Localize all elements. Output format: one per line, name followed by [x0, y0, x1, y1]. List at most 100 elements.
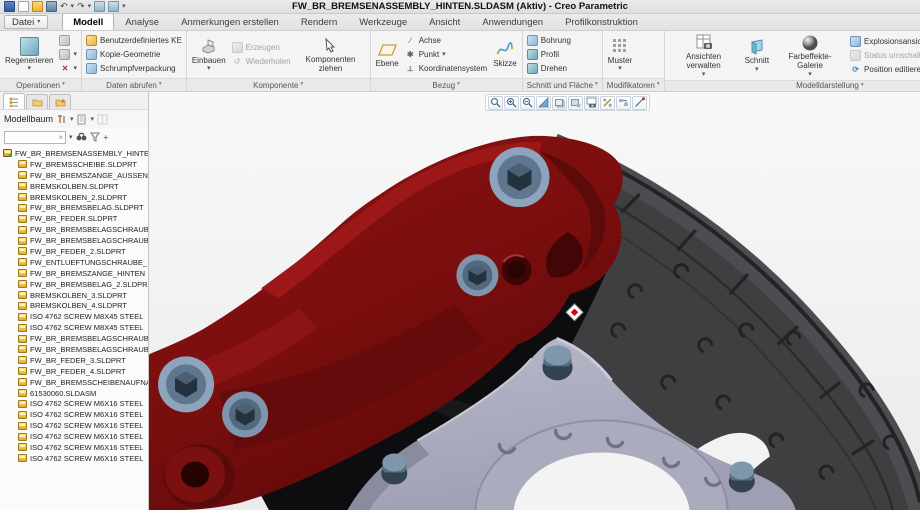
menu-tab[interactable]: Rendern — [290, 13, 348, 30]
tree-item[interactable]: ▶ 61530060.SLDASM — [17, 388, 148, 399]
save-icon[interactable] — [46, 1, 57, 12]
menu-tab[interactable]: Anmerkungen erstellen — [170, 13, 290, 30]
tree-settings-icon[interactable] — [56, 114, 67, 125]
extrude-button[interactable]: Profil — [526, 48, 572, 61]
filter-funnel-icon[interactable] — [90, 132, 101, 143]
manage-views-button[interactable]: Ansichten verwalten▾ — [668, 32, 740, 79]
tree-item[interactable]: FW_BR_BREMSBELAGSCHRAUB — [17, 333, 148, 344]
group-label-modifikatoren[interactable]: Modifikatoren▾ — [603, 78, 664, 91]
revolve-button[interactable]: Drehen — [526, 62, 572, 75]
exploded-view-button[interactable]: Explosionsansicht — [849, 35, 920, 48]
model-tree-tab[interactable] — [3, 93, 25, 109]
perspective-icon[interactable] — [568, 96, 583, 110]
tree-item[interactable]: FW_BR_FEDER.SLDPRT — [17, 213, 148, 224]
clear-search-icon[interactable]: × — [58, 133, 63, 142]
tree-filter-doc-icon[interactable] — [77, 114, 88, 125]
tree-settings-dropdown-icon[interactable]: ▾ — [70, 116, 74, 123]
tree-item[interactable]: FW_BR_BREMSBELAGSCHRAUB — [17, 224, 148, 235]
folder-browser-tab[interactable] — [26, 94, 48, 109]
repaint-icon[interactable] — [536, 96, 551, 110]
hub-bolt[interactable] — [729, 461, 755, 492]
menu-tab[interactable]: Werkzeuge — [348, 13, 418, 30]
point-button[interactable]: ✱Punkt▾ — [404, 48, 488, 61]
tree-item[interactable]: FW_BR_BREMSBELAGSCHRAUB — [17, 235, 148, 246]
group-label-schnitt-und-flaeche[interactable]: Schnitt und Fläche▾ — [523, 78, 602, 91]
pattern-button[interactable]: Muster▾ — [606, 36, 634, 74]
appearance-gallery-button[interactable]: Farbeffekte-Galerie▾ — [774, 32, 846, 79]
caliper-bolt[interactable] — [456, 254, 498, 296]
menu-tab[interactable]: Analyse — [114, 13, 170, 30]
favorites-tab[interactable] — [49, 94, 71, 109]
tree-item[interactable]: FW_BR_BREMSBELAG.SLDPRT — [17, 202, 148, 213]
redo-dropdown-icon[interactable]: ▾ — [88, 3, 92, 10]
tree-item[interactable]: BREMSKOLBEN.SLDPRT — [17, 181, 148, 192]
group-label-modelldarstellung[interactable]: Modelldarstellung▾ — [665, 80, 920, 91]
caliper-bolt[interactable] — [489, 147, 549, 207]
group-label-daten-abrufen[interactable]: Daten abrufen▾ — [82, 78, 186, 91]
menu-tab[interactable]: Anwendungen — [471, 13, 554, 30]
redo-icon[interactable]: ↷ — [77, 2, 85, 11]
tree-item[interactable]: FW_BR_FEDER_4.SLDPRT — [17, 366, 148, 377]
hole-button[interactable]: Bohrung — [526, 34, 572, 47]
tree-item[interactable]: ISO 4762 SCREW M8X45 STEEL — [17, 322, 148, 333]
delete-button[interactable]: ✕▾ — [58, 62, 78, 75]
tree-item[interactable]: FW_BR_BREMSZANGE_HINTEN — [17, 268, 148, 279]
find-binoculars-icon[interactable] — [76, 132, 87, 143]
section-button[interactable]: Schnitt▾ — [743, 36, 771, 74]
tree-search-input[interactable]: × — [4, 131, 66, 144]
spin-center-icon[interactable] — [632, 96, 647, 110]
expand-search-icon[interactable]: + — [104, 133, 109, 142]
hub-bolt[interactable] — [381, 453, 407, 484]
zoom-in-icon[interactable] — [504, 96, 519, 110]
tree-item[interactable]: BREMSKOLBEN_3.SLDPRT — [17, 290, 148, 301]
menu-tab[interactable]: Profilkonstruktion — [554, 13, 649, 30]
tree-item[interactable]: ISO 4762 SCREW M8X45 STEEL — [17, 311, 148, 322]
drag-components-button[interactable]: Komponenten ziehen — [295, 35, 367, 75]
menu-tab[interactable]: Ansicht — [418, 13, 471, 30]
undo-icon[interactable]: ↶ — [60, 2, 68, 11]
tree-item[interactable]: ISO 4762 SCREW M6X16 STEEL — [17, 442, 148, 453]
shrinkwrap-button[interactable]: Schrumpfverpackung — [85, 62, 183, 75]
group-label-bezug[interactable]: Bezug▾ — [371, 78, 522, 91]
caliper-bolt[interactable] — [158, 356, 214, 412]
open-file-icon[interactable] — [32, 1, 43, 12]
tree-item[interactable]: FW_ENTLUEFTUNGSCHRAUBE_ — [17, 257, 148, 268]
saved-views-icon[interactable] — [584, 96, 599, 110]
tree-item[interactable]: FW_BR_FEDER_3.SLDPRT — [17, 355, 148, 366]
user-defined-feature-button[interactable]: Benutzerdefiniertes KE — [85, 34, 183, 47]
copy-button[interactable] — [58, 34, 78, 47]
plane-button[interactable]: Ebene — [374, 39, 401, 70]
tree-item[interactable]: FW_BR_BREMSBELAG_2.SLDPR — [17, 279, 148, 290]
search-dropdown-icon[interactable]: ▾ — [69, 134, 73, 141]
customize-arrow-icon[interactable]: ▾ — [122, 3, 126, 10]
tree-root-item[interactable]: FW_BR_BREMSENASSEMBLY_HINTE — [3, 148, 148, 159]
app-icon[interactable] — [4, 1, 15, 12]
tree-item[interactable]: ISO 4762 SCREW M6X16 STEEL — [17, 431, 148, 442]
tree-filter-dropdown-icon[interactable]: ▾ — [91, 116, 95, 123]
view-normal-icon[interactable] — [600, 96, 615, 110]
group-label-operationen[interactable]: Operationen▾ — [0, 78, 81, 91]
tree-item[interactable]: ISO 4762 SCREW M6X16 STEEL — [17, 409, 148, 420]
3d-model-scene[interactable] — [149, 92, 920, 510]
sketch-button[interactable]: Skizze — [491, 39, 519, 70]
undo-dropdown-icon[interactable]: ▾ — [71, 3, 75, 10]
paste-button[interactable]: ▾ — [58, 48, 78, 61]
window-icon[interactable] — [108, 1, 119, 12]
caliper-bolt[interactable] — [222, 391, 268, 437]
tree-item[interactable]: FW_BR_BREMSSCHEIBENAUFNA — [17, 377, 148, 388]
tree-item[interactable]: FW_BR_BREMSBELAGSCHRAUB — [17, 344, 148, 355]
annotation-display-icon[interactable] — [616, 96, 631, 110]
new-file-icon[interactable] — [18, 1, 29, 12]
tree-item[interactable]: FW_BR_FEDER_2.SLDPRT — [17, 246, 148, 257]
tree-item[interactable]: ISO 4762 SCREW M6X16 STEEL — [17, 398, 148, 409]
menu-tab[interactable]: Modell — [62, 13, 114, 30]
tree-item[interactable]: FW_BR_BREMSZANGE_AUSSEN — [17, 170, 148, 181]
assemble-button[interactable]: Einbauen▾ — [190, 36, 228, 74]
hub-bolt[interactable] — [542, 345, 572, 380]
tree-item[interactable]: FW_BREMSSCHEIBE.SLDPRT — [17, 159, 148, 170]
copy-geometry-button[interactable]: Kopie-Geometrie — [85, 48, 183, 61]
zoom-out-icon[interactable] — [520, 96, 535, 110]
file-menu-button[interactable]: Datei ▾ — [4, 15, 48, 29]
tree-item[interactable]: BREMSKOLBEN_2.SLDPRT — [17, 192, 148, 203]
graphics-area[interactable] — [149, 92, 920, 510]
